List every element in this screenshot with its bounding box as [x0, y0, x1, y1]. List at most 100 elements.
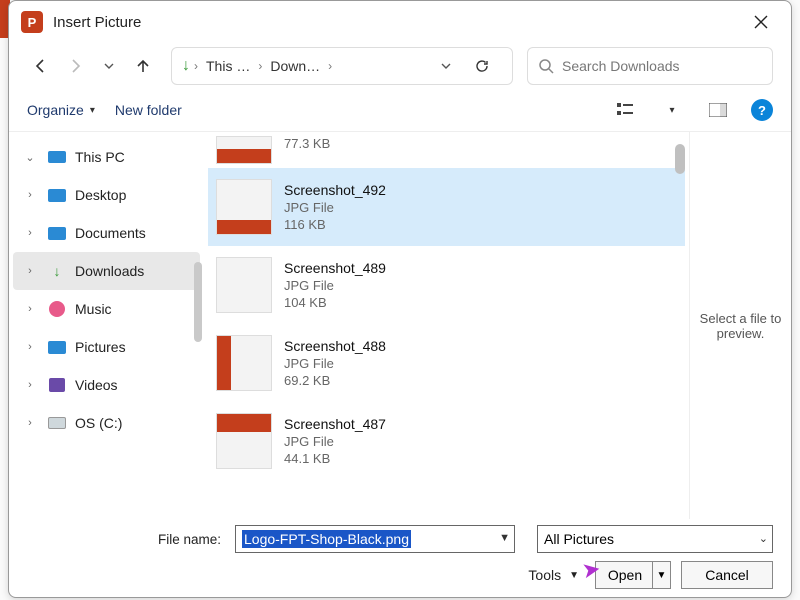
back-button[interactable]: [27, 52, 55, 80]
tree-label: Downloads: [75, 263, 144, 279]
monitor-icon: [47, 148, 67, 166]
file-size: 69.2 KB: [284, 373, 386, 388]
view-mode-button[interactable]: [613, 98, 639, 122]
file-type: JPG File: [284, 434, 386, 449]
breadcrumb-seg-0[interactable]: This …: [202, 56, 254, 76]
cancel-button[interactable]: Cancel: [681, 561, 773, 589]
file-type: JPG File: [284, 356, 386, 371]
search-input[interactable]: Search Downloads: [527, 47, 773, 85]
tree-this-pc[interactable]: ⌄ This PC: [13, 138, 200, 176]
videos-icon: [47, 376, 67, 394]
forward-button[interactable]: [61, 52, 89, 80]
arrow-up-icon: [135, 58, 151, 74]
file-size: 77.3 KB: [284, 136, 330, 151]
chevron-down-icon: [440, 60, 452, 72]
documents-icon: [47, 224, 67, 242]
chevron-down-icon[interactable]: ▼: [499, 532, 510, 544]
refresh-button[interactable]: [474, 58, 502, 74]
open-button[interactable]: Open ▼: [595, 561, 671, 589]
file-thumbnail: [216, 413, 272, 469]
caret-down-icon: ▼: [569, 570, 579, 581]
arrow-right-icon: [67, 58, 83, 74]
organize-button[interactable]: Organize▾: [27, 102, 95, 118]
file-thumbnail: [216, 179, 272, 235]
preview-pane-button[interactable]: [705, 98, 731, 122]
expand-icon: ›: [21, 303, 39, 315]
pictures-icon: [47, 338, 67, 356]
file-size: 44.1 KB: [284, 451, 386, 466]
tree-drive-c[interactable]: › OS (C:): [13, 404, 200, 442]
tree-downloads[interactable]: ›↓Downloads: [13, 252, 200, 290]
file-name-value: Logo-FPT-Shop-Black.png: [242, 530, 411, 548]
open-split-button[interactable]: ▼: [652, 562, 670, 588]
tree-music[interactable]: › Music: [13, 290, 200, 328]
tree-pictures[interactable]: › Pictures: [13, 328, 200, 366]
tree-videos[interactable]: › Videos: [13, 366, 200, 404]
file-row[interactable]: Screenshot_488 JPG File 69.2 KB: [208, 324, 685, 402]
file-row[interactable]: Screenshot_489 JPG File 104 KB: [208, 246, 685, 324]
expand-icon: ›: [21, 341, 39, 353]
expand-icon: ›: [21, 227, 39, 239]
arrow-left-icon: [33, 58, 49, 74]
command-bar: Organize▾ New folder ▾ ?: [9, 89, 791, 131]
new-folder-button[interactable]: New folder: [115, 102, 182, 118]
file-row[interactable]: 77.3 KB: [208, 132, 685, 168]
titlebar: P Insert Picture: [9, 1, 791, 43]
tree-documents[interactable]: › Documents: [13, 214, 200, 252]
refresh-icon: [474, 58, 490, 74]
expand-icon: ›: [21, 265, 39, 277]
tree-label: OS (C:): [75, 415, 122, 431]
preview-pane-icon: [709, 103, 727, 117]
collapse-icon: ⌄: [21, 151, 39, 164]
recent-dropdown[interactable]: [95, 52, 123, 80]
chevron-down-icon[interactable]: ⌄: [759, 532, 768, 545]
file-row[interactable]: Screenshot_487 JPG File 44.1 KB: [208, 402, 685, 480]
nav-bar: ↓ › This … › Down… › Search Downloads: [9, 43, 791, 89]
caret-down-icon: ▾: [90, 105, 95, 116]
tree-label: Videos: [75, 377, 118, 393]
up-button[interactable]: [129, 52, 157, 80]
nav-tree: ⌄ This PC › Desktop › Documents ›↓Download…: [9, 132, 204, 519]
body: ⌄ This PC › Desktop › Documents ›↓Download…: [9, 131, 791, 519]
tree-desktop[interactable]: › Desktop: [13, 176, 200, 214]
close-button[interactable]: [743, 8, 779, 36]
file-row[interactable]: Screenshot_492 JPG File 116 KB: [208, 168, 685, 246]
file-scrollbar[interactable]: [675, 144, 685, 174]
sidebar-scrollbar[interactable]: [194, 262, 202, 342]
caret-down-icon: ▾: [669, 105, 674, 116]
address-bar[interactable]: ↓ › This … › Down… ›: [171, 47, 513, 85]
preview-pane: Select a file to preview.: [689, 132, 791, 519]
tree-label: Pictures: [75, 339, 126, 355]
file-thumbnail: [216, 257, 272, 313]
help-button[interactable]: ?: [751, 99, 773, 121]
file-thumbnail: [216, 136, 272, 164]
insert-picture-dialog: P Insert Picture ↓ › This … › Down… › Se…: [8, 0, 792, 598]
dialog-footer: File name: Logo-FPT-Shop-Black.png ▼ All…: [9, 519, 791, 597]
file-thumbnail: [216, 335, 272, 391]
expand-icon: ›: [21, 189, 39, 201]
folder-icon: [47, 186, 67, 204]
file-name: Screenshot_492: [284, 182, 386, 198]
view-list-icon: [617, 103, 635, 117]
window-title: Insert Picture: [53, 14, 743, 31]
tree-label: Documents: [75, 225, 146, 241]
file-name: Screenshot_489: [284, 260, 386, 276]
expand-icon: ›: [21, 379, 39, 391]
file-name-input[interactable]: Logo-FPT-Shop-Black.png ▼: [235, 525, 515, 553]
history-dropdown[interactable]: [440, 60, 452, 72]
tools-button[interactable]: Tools▼: [528, 567, 579, 583]
breadcrumb-seg-1[interactable]: Down…: [266, 56, 324, 76]
tree-label: Desktop: [75, 187, 126, 203]
file-size: 116 KB: [284, 217, 386, 232]
tree-label: Music: [75, 301, 112, 317]
preview-empty-text: Select a file to preview.: [696, 311, 785, 341]
chevron-right-icon: ›: [328, 59, 332, 73]
file-type-filter[interactable]: All Pictures ⌄: [537, 525, 773, 553]
file-name-label: File name:: [27, 532, 227, 547]
file-list: 77.3 KB Screenshot_492 JPG File 116 KB S…: [204, 132, 689, 519]
view-dropdown[interactable]: ▾: [659, 98, 685, 122]
music-icon: [47, 300, 67, 318]
chevron-down-icon: [103, 60, 115, 72]
file-name: Screenshot_488: [284, 338, 386, 354]
expand-icon: ›: [21, 417, 39, 429]
